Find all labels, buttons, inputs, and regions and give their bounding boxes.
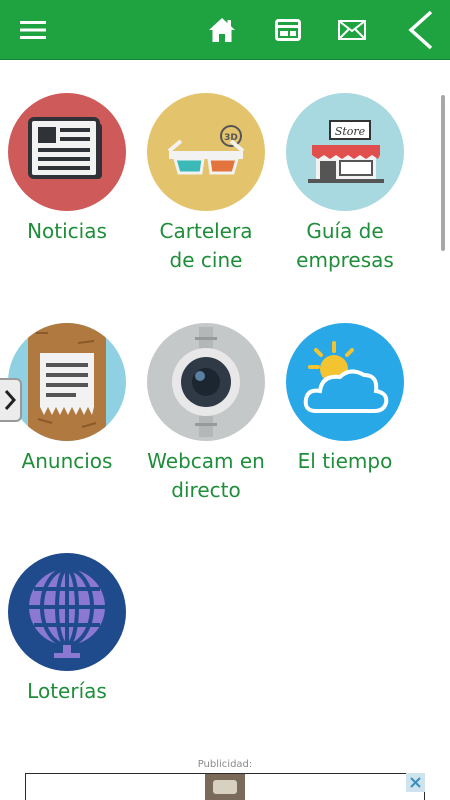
menu-icon xyxy=(20,21,46,39)
3d-glasses-icon: 3D xyxy=(147,93,265,211)
menu-item-label: Guía de empresas xyxy=(296,219,394,272)
menu-item-label: Webcam en directo xyxy=(147,449,265,502)
menu-item-label: El tiempo xyxy=(297,449,393,473)
top-app-bar xyxy=(0,0,450,60)
menu-item-label: Loterías xyxy=(27,679,107,703)
home-button[interactable] xyxy=(200,0,244,60)
window-icon xyxy=(275,19,301,41)
chevron-right-icon xyxy=(4,390,16,410)
home-icon xyxy=(209,18,235,42)
lottery-globe-icon xyxy=(8,553,126,671)
menu-item-label: Cartelera de cine xyxy=(159,219,253,272)
posted-notice-icon xyxy=(8,323,126,441)
newspaper-icon xyxy=(8,93,126,211)
menu-item-guia-empresas[interactable]: Store Guía de empresas xyxy=(275,93,415,275)
weather-icon xyxy=(286,323,404,441)
menu-item-el-tiempo[interactable]: El tiempo xyxy=(275,323,415,476)
menu-item-label: Noticias xyxy=(27,219,107,243)
ad-banner[interactable] xyxy=(25,773,425,800)
menu-item-webcam[interactable]: Webcam en directo xyxy=(136,323,276,505)
webcam-icon xyxy=(147,323,265,441)
menu-item-loterias[interactable]: Loterías xyxy=(0,553,137,706)
back-icon xyxy=(408,10,433,50)
menu-button[interactable] xyxy=(8,0,58,60)
store-icon: Store xyxy=(286,93,404,211)
menu-item-noticias[interactable]: Noticias xyxy=(0,93,137,246)
scrollbar[interactable] xyxy=(441,95,445,251)
svg-text:Store: Store xyxy=(335,125,366,138)
side-drawer-tab[interactable] xyxy=(0,378,22,422)
back-button[interactable] xyxy=(398,0,442,60)
ad-close-button[interactable] xyxy=(406,773,425,792)
ad-label: Publicidad: xyxy=(197,759,253,770)
close-icon xyxy=(410,777,421,788)
menu-item-cartelera[interactable]: 3D Cartelera de cine xyxy=(136,93,276,275)
mail-icon xyxy=(338,20,366,40)
window-button[interactable] xyxy=(266,0,310,60)
mail-button[interactable] xyxy=(330,0,374,60)
ad-image xyxy=(205,774,245,800)
menu-item-label: Anuncios xyxy=(21,449,113,473)
